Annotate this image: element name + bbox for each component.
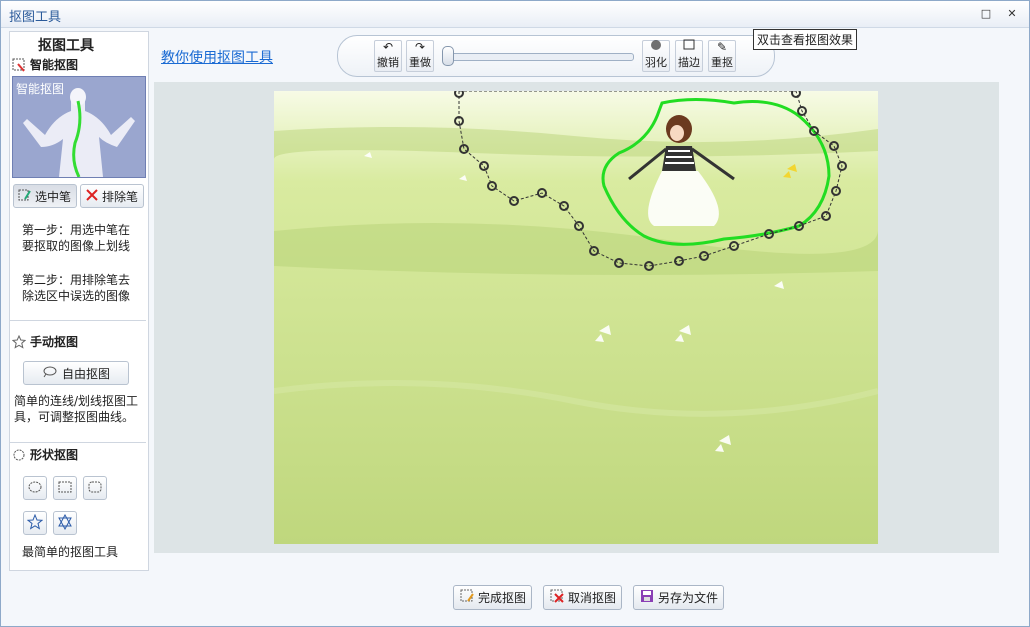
window-title: 抠图工具	[9, 10, 62, 25]
smart-step2-text: 第二步：用排除笔去除选区中误选的图像	[22, 273, 131, 303]
shape-cutout-heading-text: 形状抠图	[30, 448, 79, 462]
free-cutout-button[interactable]: 自由抠图	[23, 361, 129, 385]
help-link[interactable]: 教你使用抠图工具	[161, 47, 273, 67]
redo-label: 重做	[409, 56, 431, 69]
feather-button[interactable]: 羽化	[642, 40, 670, 72]
stroke-icon	[683, 39, 695, 53]
feather-slider-track[interactable]	[450, 53, 634, 61]
redraw-button[interactable]: ✎ 重抠	[708, 40, 736, 72]
redraw-label: 重抠	[711, 56, 733, 69]
tooltip: 双击查看抠图效果	[753, 29, 858, 50]
smart-cutout-icon	[12, 58, 26, 72]
select-pen-label: 选中笔	[35, 189, 72, 204]
maximize-icon[interactable]: □	[977, 5, 995, 23]
finish-cutout-button[interactable]: 完成抠图	[453, 585, 533, 610]
stroke-button[interactable]: 描边	[675, 39, 703, 72]
smart-cutout-heading-text: 智能抠图	[30, 58, 79, 72]
cancel-label: 取消抠图	[568, 591, 617, 605]
hexagram-shape-button[interactable]	[53, 511, 77, 535]
title-bar: 抠图工具 □ ✕	[1, 1, 1029, 28]
cancel-icon	[549, 588, 565, 607]
ellipse-icon	[27, 480, 43, 497]
rounded-rect-icon	[87, 480, 103, 497]
star-outline-icon	[12, 334, 26, 349]
brush-icon: ✎	[716, 40, 728, 54]
shape-cutout-desc: 最简单的抠图工具	[22, 545, 119, 559]
smart-step1-text: 第一步：用选中笔在要抠取的图像上划线	[22, 223, 131, 253]
manual-cutout-desc: 简单的连线/划线抠图工具，可调整抠图曲线。	[14, 394, 139, 424]
dashed-circle-icon	[12, 448, 26, 462]
feather-icon	[650, 39, 662, 53]
smart-cutout-preview: 智能抠图	[12, 76, 146, 178]
undo-icon: ↶	[382, 40, 394, 54]
undo-label: 撤销	[377, 56, 399, 69]
star-icon	[26, 513, 44, 533]
select-pen-button[interactable]: 选中笔	[13, 184, 77, 208]
stroke-label: 描边	[678, 56, 700, 69]
exclude-pen-label: 排除笔	[102, 189, 139, 204]
ellipse-shape-button[interactable]	[23, 476, 47, 500]
exclude-pen-icon	[85, 188, 99, 205]
close-icon[interactable]: ✕	[1003, 5, 1021, 23]
feather-label: 羽化	[645, 56, 667, 69]
feather-slider-thumb[interactable]	[442, 46, 454, 66]
select-pen-icon	[18, 188, 32, 205]
cutout-tool-window: 抠图工具 □ ✕ 抠图工具 智能抠图 智能抠图 选中笔 排除笔 第一步：用选中笔…	[0, 0, 1030, 627]
lasso-icon	[42, 366, 58, 381]
smart-cutout-heading: 智能抠图	[12, 56, 78, 73]
image-canvas[interactable]	[274, 91, 878, 544]
exclude-pen-button[interactable]: 排除笔	[80, 184, 144, 208]
left-tool-panel: 抠图工具 智能抠图 智能抠图 选中笔 排除笔 第一步：用选中笔在要抠取的图像上划…	[9, 31, 149, 571]
rounded-rect-shape-button[interactable]	[83, 476, 107, 500]
finish-label: 完成抠图	[478, 591, 527, 605]
manual-cutout-heading: 手动抠图	[12, 333, 78, 350]
redo-icon: ↷	[414, 40, 426, 54]
shape-cutout-heading: 形状抠图	[12, 446, 78, 463]
save-icon	[639, 588, 655, 607]
top-toolbar: ↶ 撤销 ↷ 重做 羽化 描边 ✎ 重抠	[337, 35, 775, 77]
save-as-file-button[interactable]: 另存为文件	[633, 585, 725, 610]
divider	[10, 442, 146, 443]
divider	[10, 320, 146, 321]
undo-button[interactable]: ↶ 撤销	[374, 40, 402, 72]
hexagram-icon	[57, 513, 73, 533]
panel-title: 抠图工具	[38, 38, 94, 54]
cancel-cutout-button[interactable]: 取消抠图	[543, 585, 623, 610]
rectangle-shape-button[interactable]	[53, 476, 77, 500]
star-shape-button[interactable]	[23, 511, 47, 535]
finish-icon	[459, 588, 475, 607]
rectangle-icon	[57, 480, 73, 497]
manual-cutout-heading-text: 手动抠图	[30, 335, 79, 349]
save-as-label: 另存为文件	[658, 591, 719, 605]
redo-button[interactable]: ↷ 重做	[406, 40, 434, 72]
free-cutout-label: 自由抠图	[61, 366, 110, 381]
